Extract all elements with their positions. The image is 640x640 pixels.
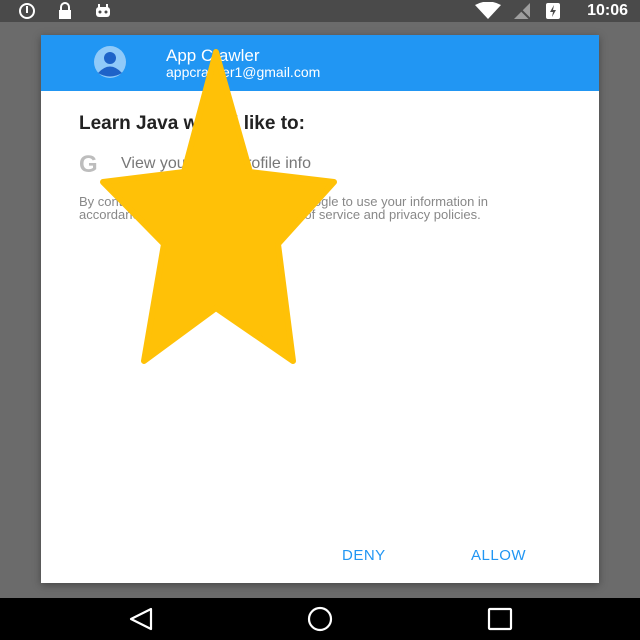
home-icon[interactable] [306, 606, 334, 632]
star-icon [100, 48, 340, 364]
recents-icon[interactable] [486, 606, 514, 632]
sync-icon [18, 2, 36, 20]
status-time: 10:06 [587, 2, 628, 19]
allow-button[interactable]: ALLOW [471, 547, 526, 564]
google-icon: G [79, 151, 98, 178]
lock-icon [56, 2, 74, 20]
wifi-icon [474, 2, 502, 20]
android-icon [94, 2, 112, 20]
signal-icon [512, 2, 532, 20]
navigation-bar [0, 598, 640, 640]
battery-icon [544, 2, 562, 20]
status-bar: 10:06 [0, 0, 640, 22]
back-icon[interactable] [127, 606, 155, 632]
deny-button[interactable]: DENY [342, 547, 386, 564]
